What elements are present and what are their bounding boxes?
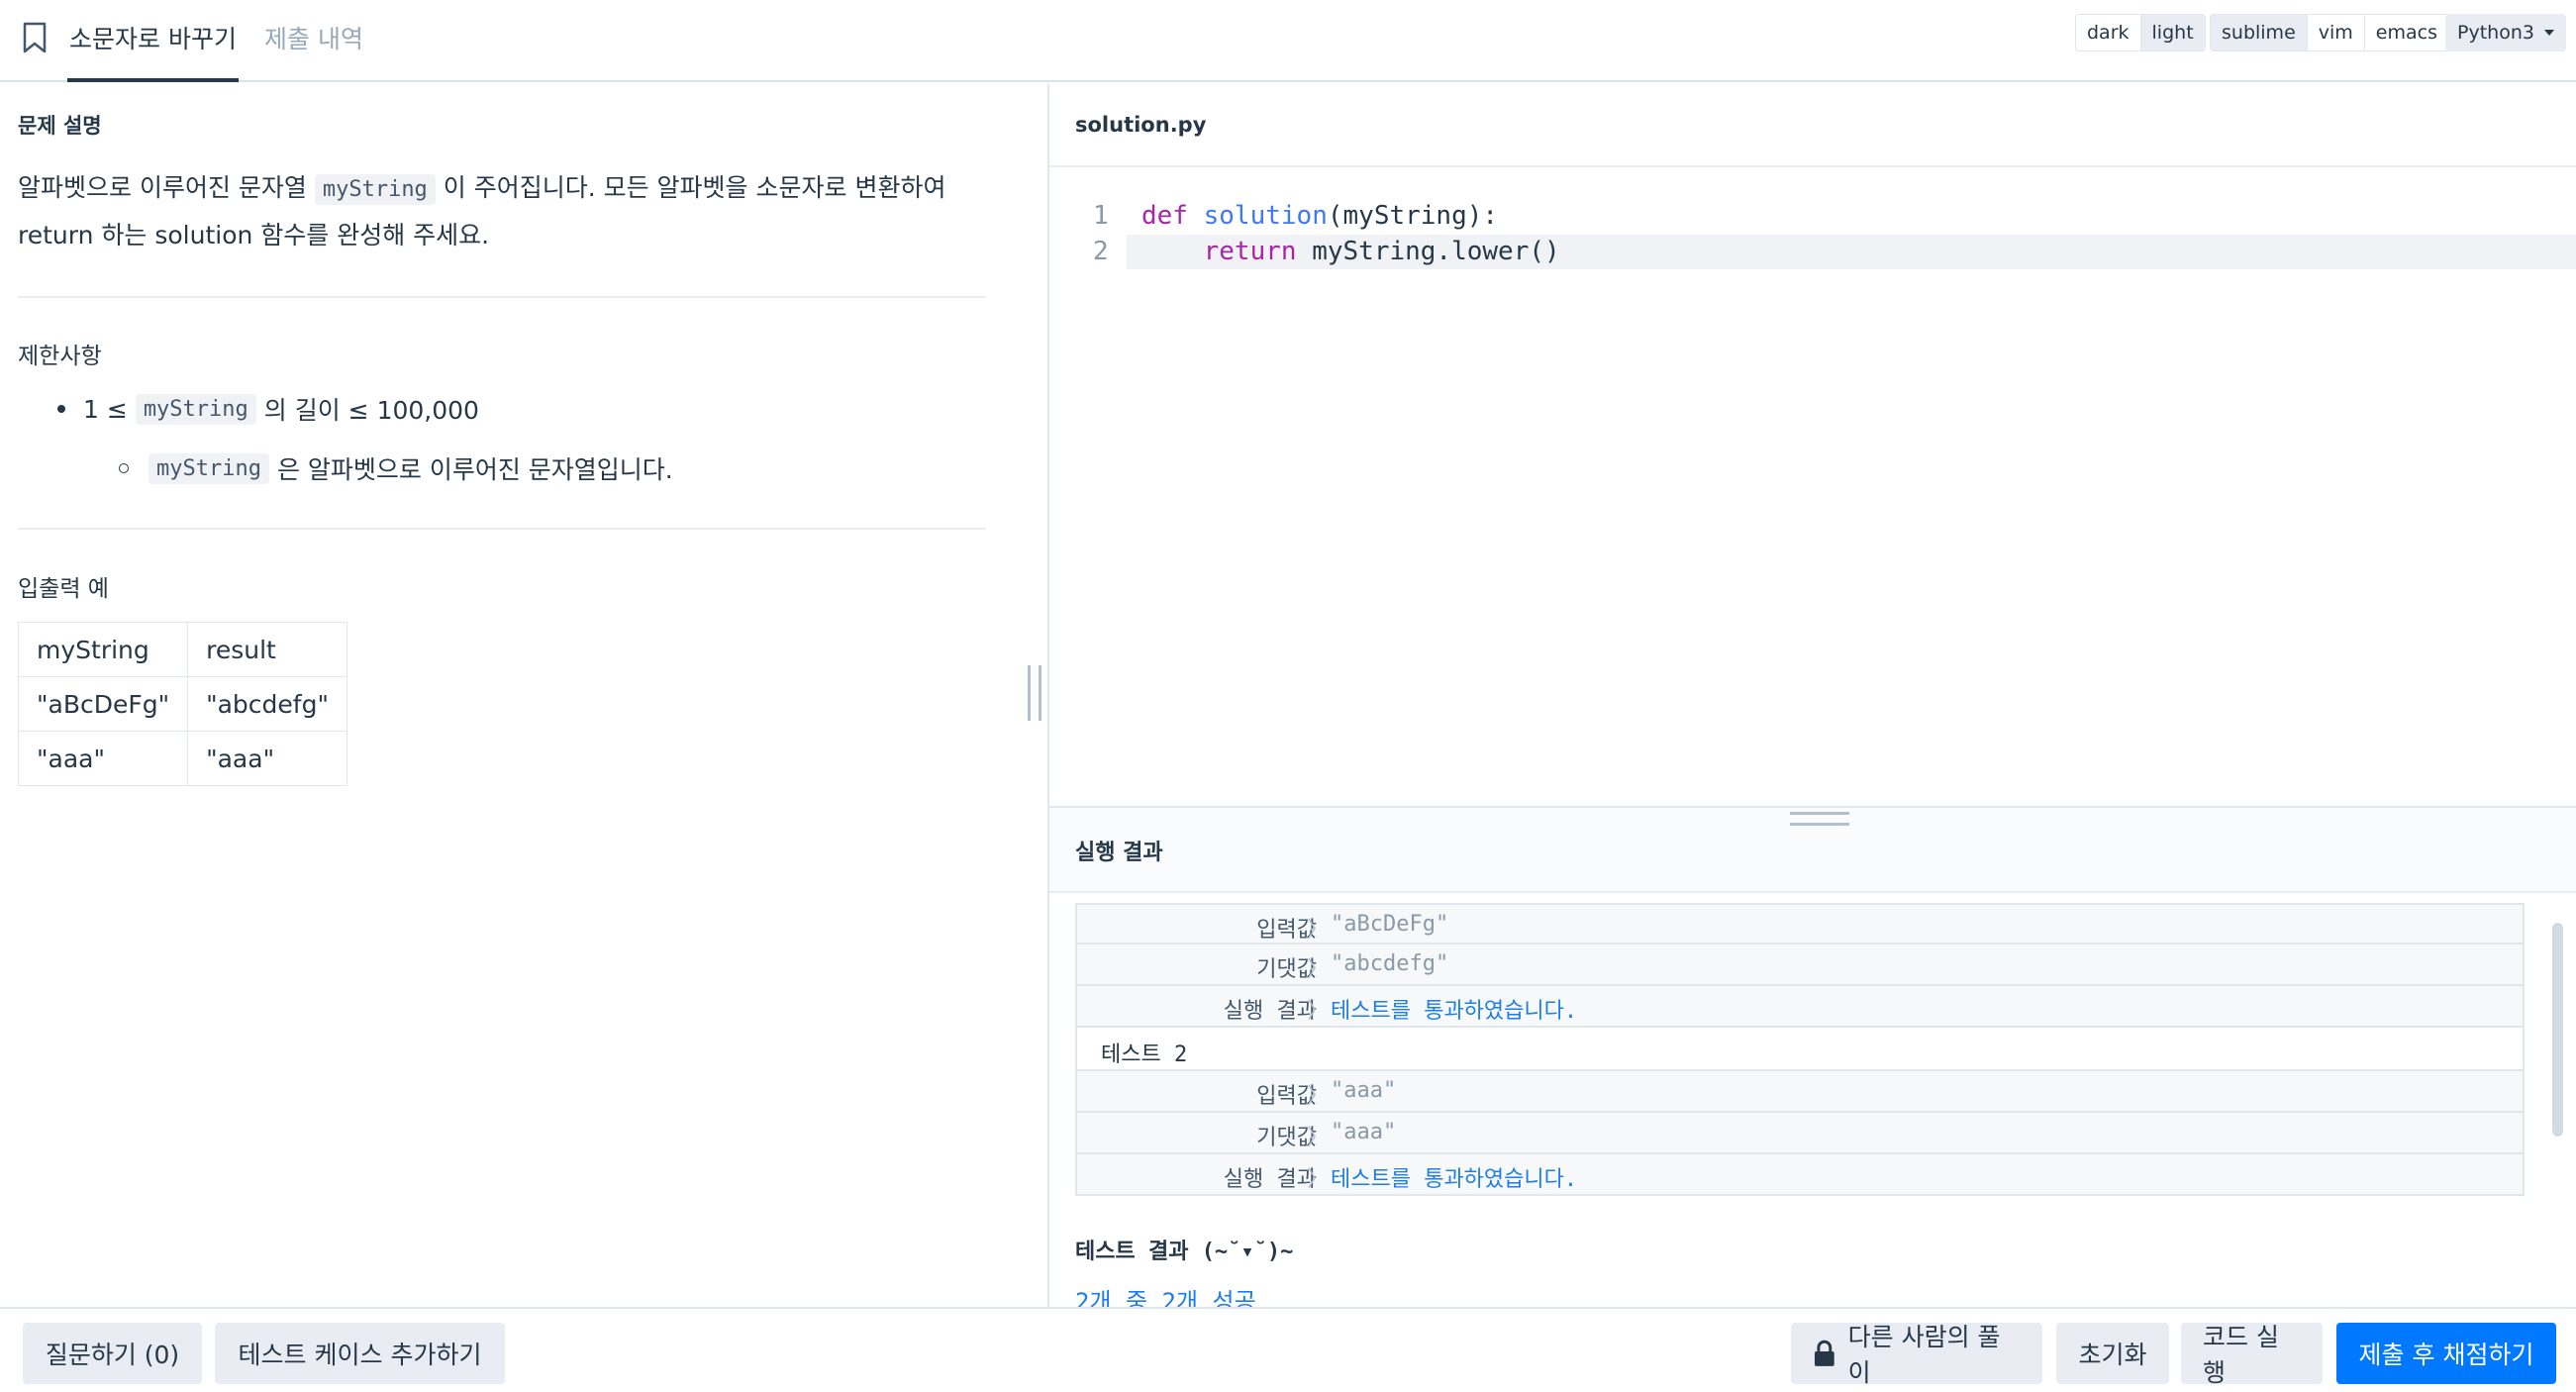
resize-handle-vertical[interactable] (1028, 665, 1041, 721)
line-number: 1 (1093, 201, 1109, 231)
inline-code: myString (135, 393, 256, 425)
result-row: 입력값 〉 "aaa" (1075, 1071, 2525, 1113)
code-text: return myString.lower() (1141, 235, 1560, 269)
description-text: 알파벳으로 이루어진 문자열 myString 이 주어집니다. 모든 알파벳을… (18, 165, 998, 258)
code-keyword: return (1203, 237, 1297, 266)
question-button[interactable]: 질문하기 (0) (23, 1323, 202, 1384)
keymap-toggle: sublime vim emacs (2210, 14, 2449, 51)
result-value: "aaa" (1331, 1078, 1397, 1103)
tab-problem[interactable]: 소문자로 바꾸기 (67, 20, 239, 82)
output-heading: 실행 결과 (1075, 841, 1163, 865)
filename: solution.py (1075, 113, 1207, 137)
code-line[interactable]: 1 def solution(myString): (1049, 199, 2576, 234)
output-scrollbar[interactable] (2552, 923, 2563, 1137)
submit-button-label: 제출 후 채점하기 (2358, 1341, 2534, 1369)
result-value: "aaa" (1331, 1120, 1397, 1144)
chevron-right-icon: 〉 (1307, 1167, 1330, 1192)
table-header-cell: result (187, 622, 347, 677)
table-cell: "aaa" (187, 731, 347, 786)
code-rest: myString.lower() (1296, 237, 1560, 266)
divider (18, 296, 986, 298)
lock-icon (1814, 1340, 1834, 1366)
result-row: 기댓값 〉 "aaa" (1075, 1113, 2525, 1154)
language-select-label: Python3 (2457, 22, 2534, 44)
bottom-action-bar: 질문하기 (0) 테스트 케이스 추가하기 다른 사람의 풀이 초기화 코드 실… (0, 1307, 2576, 1392)
resize-handle-horizontal[interactable] (1790, 812, 1849, 826)
language-select[interactable]: Python3 (2445, 14, 2566, 51)
result-value: "aBcDeFg" (1331, 912, 1449, 937)
code-keyword: def (1141, 201, 1188, 231)
code-rest: (myString): (1327, 201, 1499, 231)
table-cell: "abcdefg" (187, 676, 347, 732)
others-solution-button[interactable]: 다른 사람의 풀이 (1791, 1323, 2042, 1387)
io-example-heading: 입출력 예 (18, 576, 109, 602)
bullet-icon (119, 463, 129, 473)
theme-dark-button[interactable]: dark (2076, 15, 2141, 50)
bullet-icon (57, 405, 65, 413)
run-code-button[interactable]: 코드 실행 (2181, 1323, 2323, 1387)
result-row: 기댓값 〉 "abcdefg" (1075, 945, 2525, 986)
result-row: 실행 결과 〉 테스트를 통과하였습니다. (1075, 1154, 2525, 1196)
run-code-button-label: 코드 실행 (2203, 1323, 2279, 1387)
code-text: def solution(myString): (1141, 199, 1498, 234)
code-editor[interactable]: 1 def solution(myString): 2 return myStr… (1049, 169, 2576, 806)
theme-light-button[interactable]: light (2140, 15, 2205, 50)
line-number: 2 (1093, 237, 1109, 266)
description-text-part: 알파벳으로 이루어진 문자열 (18, 173, 315, 202)
test-case-title-text: 테스트 2 (1101, 1043, 1188, 1067)
tab-submissions[interactable]: 제출 내역 (264, 20, 363, 82)
question-button-label: 질문하기 (0) (45, 1341, 180, 1369)
table-header-row: myString result (17, 622, 347, 677)
table-row: "aBcDeFg" "abcdefg" (17, 676, 347, 732)
constraint-text: 은 알파벳으로 이루어진 문자열입니다. (276, 455, 673, 484)
add-testcase-button[interactable]: 테스트 케이스 추가하기 (215, 1323, 505, 1384)
result-value-pass: 테스트를 통과하였습니다. (1331, 1167, 1578, 1192)
result-label: 실행 결과 (1223, 1167, 1317, 1192)
inline-code: myString (314, 174, 436, 205)
result-value: "abcdefg" (1331, 951, 1449, 976)
reset-button-label: 초기화 (2078, 1341, 2147, 1369)
add-testcase-button-label: 테스트 케이스 추가하기 (238, 1341, 482, 1369)
test-case-title: 테스트 2 (1075, 1028, 2525, 1071)
result-label: 실행 결과 (1223, 999, 1317, 1024)
chevron-right-icon: 〉 (1307, 957, 1330, 982)
chevron-right-icon: 〉 (1307, 1126, 1330, 1150)
test-results-list[interactable]: 입력값 〉 "aBcDeFg" 기댓값 〉 "abcdefg" 실행 결과 〉 … (1075, 903, 2525, 1196)
problem-panel: 문제 설명 알파벳으로 이루어진 문자열 myString 이 주어집니다. 모… (0, 84, 1047, 1307)
test-summary-count: 2개 중 2개 성공 (1075, 1288, 1256, 1308)
code-line[interactable]: 2 return myString.lower() (1049, 235, 2576, 269)
result-value-pass: 테스트를 통과하였습니다. (1331, 999, 1578, 1024)
others-solution-button-label: 다른 사람의 풀이 (1847, 1323, 2001, 1387)
constraint-item: 1 ≤ myString 의 길이 ≤ 100,000 (57, 391, 479, 427)
description-heading: 문제 설명 (18, 114, 102, 138)
top-bar: 소문자로 바꾸기 제출 내역 dark light sublime vim em… (0, 0, 2576, 82)
chevron-right-icon: 〉 (1307, 999, 1330, 1024)
table-cell: "aaa" (17, 731, 189, 786)
table-cell: "aBcDeFg" (17, 676, 189, 732)
test-summary-title: 테스트 결과 (~˘▾˘)~ (1075, 1240, 1294, 1264)
result-row: 입력값 〉 "aBcDeFg" (1075, 903, 2525, 945)
reset-button[interactable]: 초기화 (2056, 1323, 2169, 1384)
constraints-heading: 제한사항 (18, 344, 102, 369)
editor-file-header: solution.py (1049, 84, 2576, 167)
chevron-right-icon: 〉 (1307, 918, 1330, 943)
bookmark-icon[interactable] (22, 22, 48, 53)
submit-button[interactable]: 제출 후 채점하기 (2336, 1323, 2556, 1384)
table-row: "aaa" "aaa" (17, 731, 347, 786)
keymap-vim-button[interactable]: vim (2307, 15, 2365, 50)
theme-toggle: dark light (2075, 14, 2206, 51)
constraint-text: 1 ≤ (83, 394, 128, 424)
chevron-right-icon: 〉 (1307, 1084, 1330, 1109)
constraint-subitem: myString 은 알파벳으로 이루어진 문자열입니다. (119, 450, 673, 486)
chevron-down-icon (2543, 30, 2554, 36)
io-example-table: myString result "aBcDeFg" "abcdefg" "aaa… (17, 622, 347, 786)
code-function-name: solution (1203, 201, 1328, 231)
keymap-sublime-button[interactable]: sublime (2211, 15, 2308, 50)
divider (18, 528, 986, 530)
keymap-emacs-button[interactable]: emacs (2364, 15, 2448, 50)
inline-code: myString (149, 452, 269, 484)
result-row: 실행 결과 〉 테스트를 통과하였습니다. (1075, 986, 2525, 1028)
table-header-cell: myString (17, 622, 189, 677)
constraint-text: 의 길이 ≤ 100,000 (263, 396, 479, 425)
